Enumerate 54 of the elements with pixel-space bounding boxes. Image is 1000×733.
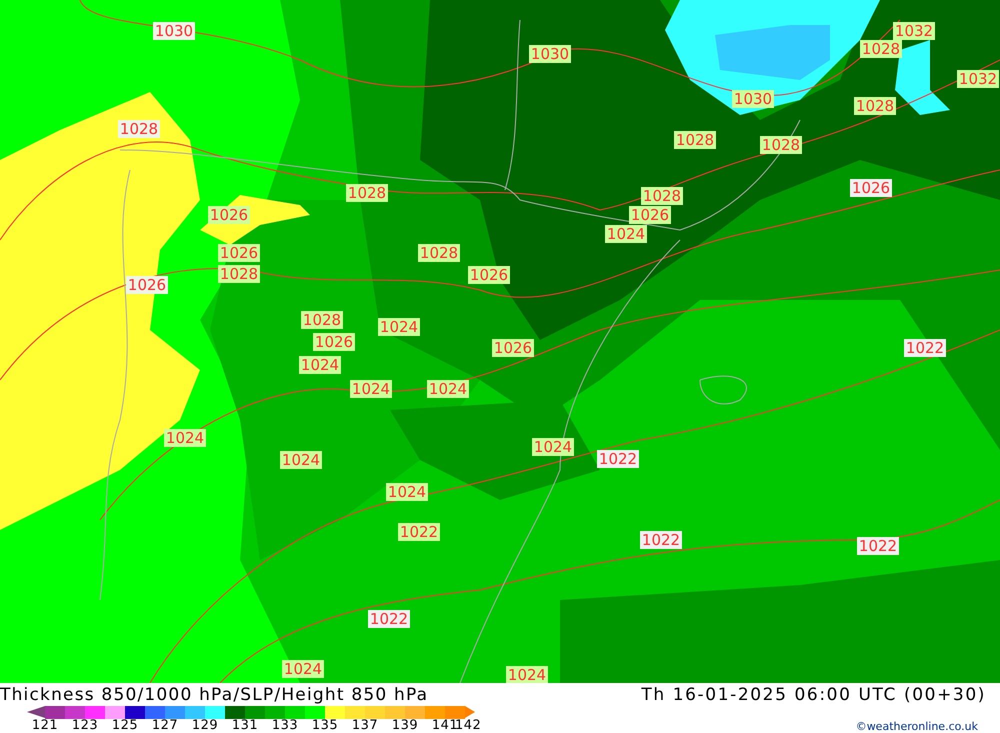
isobar-label: 1024 bbox=[506, 666, 548, 683]
isobar-label: 1028 bbox=[760, 136, 802, 154]
isobar-label: 1026 bbox=[492, 339, 534, 357]
isobar-label: 1024 bbox=[427, 380, 469, 398]
legend-tick-label: 127 bbox=[150, 719, 180, 733]
isobar-label: 1022 bbox=[640, 531, 682, 549]
isobar-label: 1030 bbox=[732, 90, 774, 108]
legend-tick-label: 137 bbox=[350, 719, 380, 733]
legend-tick-label: 131 bbox=[230, 719, 260, 733]
isobar-label: 1028 bbox=[418, 244, 460, 262]
legend-tick-label: 139 bbox=[390, 719, 420, 733]
isobar-label: 1024 bbox=[378, 318, 420, 336]
isobar-label: 1028 bbox=[118, 120, 160, 138]
isobar-label: 1026 bbox=[468, 266, 510, 284]
legend-tick-label: 125 bbox=[110, 719, 140, 733]
isobar-label: 1024 bbox=[532, 438, 574, 456]
isobar-label: 1022 bbox=[597, 450, 639, 468]
valid-time: Th 16-01-2025 06:00 UTC (00+30) bbox=[641, 684, 986, 704]
isobar-label: 1028 bbox=[346, 184, 388, 202]
isobar-label: 1024 bbox=[280, 451, 322, 469]
isobar-label: 1026 bbox=[313, 333, 355, 351]
isobar-label: 1026 bbox=[126, 276, 168, 294]
isobar-label: 1022 bbox=[904, 339, 946, 357]
legend-tick-label: 135 bbox=[310, 719, 340, 733]
isobar-label: 1024 bbox=[350, 380, 392, 398]
isobar-label: 1022 bbox=[857, 537, 899, 555]
legend-tick-label: 142 bbox=[455, 719, 477, 733]
legend-tick-label: 129 bbox=[190, 719, 220, 733]
legend-tick-label: 133 bbox=[270, 719, 300, 733]
isobar-label: 1024 bbox=[299, 356, 341, 374]
isobar-label: 1024 bbox=[605, 225, 647, 243]
isobar-label: 1032 bbox=[957, 70, 999, 88]
isobar-label: 1024 bbox=[386, 483, 428, 501]
map-title: Thickness 850/1000 hPa/SLP/Height 850 hPa bbox=[0, 684, 428, 704]
isobar-label: 1028 bbox=[854, 97, 896, 115]
isobar-label: 1030 bbox=[153, 22, 195, 40]
isobar-label: 1026 bbox=[208, 206, 250, 224]
isobar-label: 1028 bbox=[674, 131, 716, 149]
isobar-label: 1026 bbox=[850, 179, 892, 197]
isobar-label: 1032 bbox=[893, 22, 935, 40]
legend-tick-label: 121 bbox=[30, 719, 60, 733]
isobar-label: 1028 bbox=[301, 311, 343, 329]
isobar-label: 1028 bbox=[641, 187, 683, 205]
copyright-link[interactable]: ©weatheronline.co.uk bbox=[856, 720, 978, 732]
isobar-label: 1024 bbox=[282, 660, 324, 678]
isobar-label: 1026 bbox=[629, 206, 671, 224]
isobar-label: 1022 bbox=[368, 610, 410, 628]
isobar-label: 1028 bbox=[860, 40, 902, 58]
isobar-label: 1028 bbox=[218, 265, 260, 283]
legend-tick-label: 123 bbox=[70, 719, 100, 733]
isobar-label: 1026 bbox=[218, 244, 260, 262]
isobar-label: 1030 bbox=[529, 45, 571, 63]
isobar-label: 1024 bbox=[164, 429, 206, 447]
isobar-label: 1022 bbox=[398, 523, 440, 541]
